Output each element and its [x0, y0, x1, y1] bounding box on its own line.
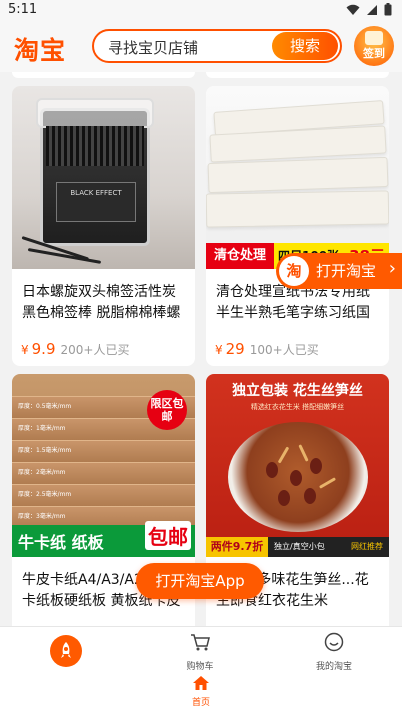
- peanut: [278, 490, 290, 506]
- sold-count: 100+人已买: [249, 343, 319, 357]
- search-button[interactable]: 搜索: [272, 32, 338, 60]
- product-band: 两件9.7折 独立/真空小包 网红推荐: [206, 537, 389, 557]
- box-label: BLACK EFFECT: [56, 182, 136, 222]
- price-row: ¥ 29 100+人已买: [215, 340, 319, 358]
- signin-button[interactable]: 签到: [354, 26, 394, 66]
- home-icon: [193, 676, 209, 690]
- smile-icon: [324, 632, 344, 652]
- wifi-icon: [346, 4, 360, 15]
- product-card[interactable]: BLACK EFFECT 日本螺旋双头棉签活性炭黑色棉签棒 脱脂棉棉棒螺 ¥ 9…: [12, 86, 195, 366]
- peanut: [290, 470, 302, 486]
- chevron-right-icon: ›: [388, 258, 396, 279]
- battery-icon: [384, 3, 392, 16]
- product-image[interactable]: 清仓处理 四尺100张 38元: [206, 86, 389, 269]
- search-box[interactable]: 寻找宝贝店铺 搜索: [92, 29, 342, 63]
- product-price: 9.9: [31, 340, 56, 358]
- header: 淘宝 寻找宝贝店铺 搜索 签到: [0, 22, 402, 72]
- signin-label: 签到: [363, 47, 385, 60]
- open-taobao-label: 打开淘宝: [316, 262, 377, 280]
- taobao-logo[interactable]: 淘宝: [14, 31, 66, 67]
- peanut: [310, 458, 322, 474]
- product-image[interactable]: 厚度：0.5毫米/mm 厚度：1毫米/mm 厚度：1.5毫米/mm 厚度：2毫米…: [12, 374, 195, 557]
- price-row: ¥ 9.9 200+人已买: [21, 340, 129, 358]
- band-discount: 两件9.7折: [206, 537, 268, 557]
- paper-stack: [206, 190, 389, 228]
- sheet-label: 厚度：1.5毫米/mm: [18, 447, 72, 454]
- search-input[interactable]: 寻找宝贝店铺: [108, 37, 198, 58]
- status-time: 5:11: [8, 2, 38, 17]
- signal-icon: [367, 4, 377, 15]
- product-title[interactable]: 日本螺旋双头棉签活性炭黑色棉签棒 脱脂棉棉棒螺: [22, 282, 185, 324]
- currency-symbol: ¥: [21, 343, 29, 357]
- signin-gift-icon: [365, 31, 383, 45]
- sheet-label: 厚度：2.5毫米/mm: [18, 491, 72, 498]
- currency-symbol: ¥: [215, 343, 223, 357]
- image-subline: 精选红衣花生米 搭配细嫩笋丝: [250, 403, 345, 411]
- product-band: 牛卡纸 纸板 包邮: [12, 521, 195, 557]
- swab-box-lid: [36, 98, 154, 128]
- cart-icon: [191, 634, 210, 651]
- nav-mine-label: 我的淘宝: [315, 662, 352, 672]
- sheet-label: 厚度：3毫米/mm: [18, 513, 66, 520]
- product-card[interactable]: 清仓处理 四尺100张 38元 清仓处理宣纸书法专用纸半生半熟毛笔字练习纸国 ¥…: [206, 86, 389, 366]
- band-title: 牛卡纸 纸板: [18, 533, 104, 552]
- sheet-label: 厚度：2毫米/mm: [18, 469, 66, 476]
- nav-cart-label: 购物车: [186, 662, 214, 672]
- product-image[interactable]: 独立包装 花生丝笋丝 精选红衣花生米 搭配细嫩笋丝 两件9.7折 独立/真空小包…: [206, 374, 389, 557]
- kraft-sheet: 厚度：2毫米/mm: [12, 462, 195, 484]
- image-headline: 独立包装 花生丝笋丝: [232, 383, 363, 399]
- nav-cart[interactable]: 购物车: [160, 631, 240, 672]
- paper-stack: [207, 156, 389, 194]
- free-shipping-badge: 限区包邮: [147, 390, 187, 430]
- status-bar: 5:11: [0, 0, 402, 22]
- taobao-icon: 淘: [279, 256, 309, 286]
- sold-count: 200+人已买: [60, 343, 130, 357]
- band-recommend: 网红推荐: [351, 542, 383, 551]
- nav-mine[interactable]: 我的淘宝: [294, 631, 374, 672]
- black-swabs: [46, 126, 144, 166]
- sheet-label: 厚度：1毫米/mm: [18, 425, 66, 432]
- product-price: 29: [225, 340, 245, 358]
- status-icons: [346, 3, 392, 16]
- band-package: 独立/真空小包: [274, 542, 325, 551]
- band-free-shipping: 包邮: [145, 521, 191, 550]
- banner-clearance: 清仓处理: [206, 243, 274, 269]
- open-taobao-side-button[interactable]: 淘 打开淘宝 ›: [276, 253, 402, 289]
- bottom-nav: 购物车 我的淘宝 首页: [0, 626, 402, 714]
- kraft-sheet: 厚度：2.5毫米/mm: [12, 484, 195, 506]
- rocket-icon: [61, 642, 71, 658]
- product-image[interactable]: BLACK EFFECT: [12, 86, 195, 269]
- peanut: [304, 488, 316, 504]
- peanut: [266, 462, 278, 478]
- rocket-home-button[interactable]: [50, 635, 82, 667]
- nav-home[interactable]: 首页: [176, 675, 226, 708]
- product-feed[interactable]: BLACK EFFECT 日本螺旋双头棉签活性炭黑色棉签棒 脱脂棉棉棒螺 ¥ 9…: [0, 72, 402, 626]
- nav-home-label: 首页: [191, 698, 210, 708]
- sheet-label: 厚度：0.5毫米/mm: [18, 403, 72, 410]
- previous-card-edge: [206, 72, 389, 78]
- kraft-sheet: 厚度：1.5毫米/mm: [12, 440, 195, 462]
- previous-card-edge: [12, 72, 195, 78]
- open-app-button[interactable]: 打开淘宝App: [136, 563, 264, 599]
